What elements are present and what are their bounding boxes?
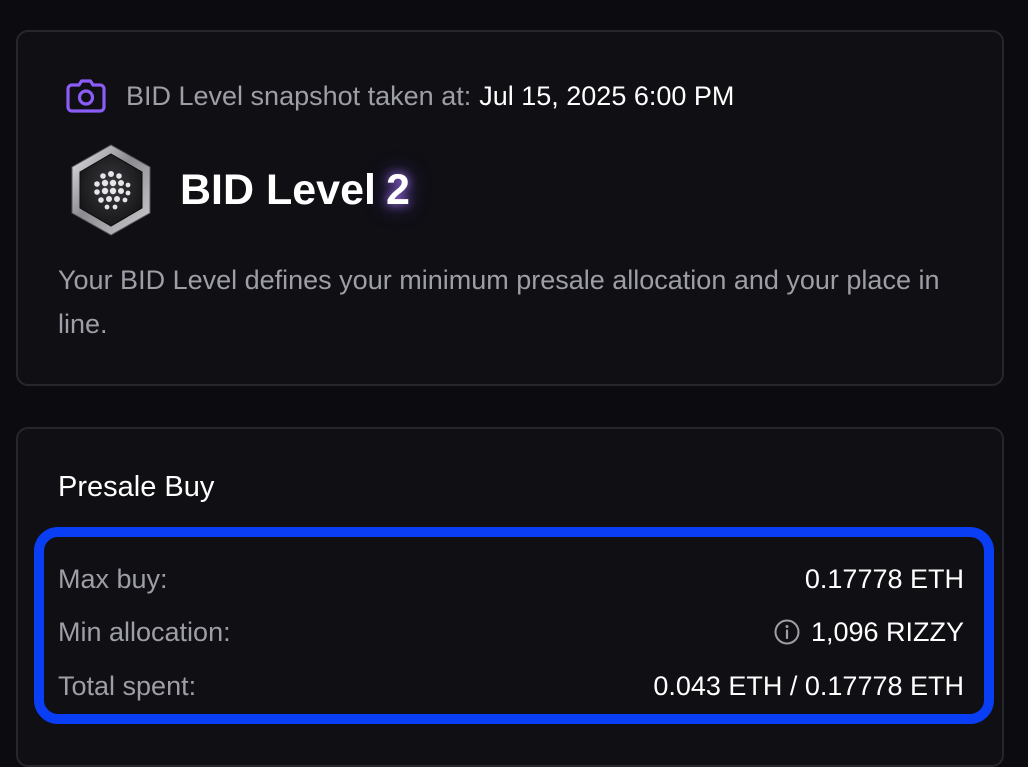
presale-title: Presale Buy	[58, 471, 215, 503]
hexagon-badge-icon	[68, 143, 154, 237]
snapshot-label: BID Level snapshot taken at:	[126, 80, 472, 111]
level-header: BID Level 2	[68, 142, 410, 238]
highlight-outline	[34, 527, 994, 724]
level-number: 2	[385, 165, 410, 214]
snapshot-timestamp: Jul 15, 2025 6:00 PM	[479, 80, 735, 111]
level-title: BID Level	[180, 165, 376, 214]
level-description: Your BID Level defines your minimum pres…	[58, 265, 940, 339]
camera-icon	[66, 76, 106, 116]
snapshot-row: BID Level snapshot taken at: Jul 15, 202…	[66, 76, 734, 116]
bid-level-card: BID Level snapshot taken at: Jul 15, 202…	[16, 30, 1004, 386]
